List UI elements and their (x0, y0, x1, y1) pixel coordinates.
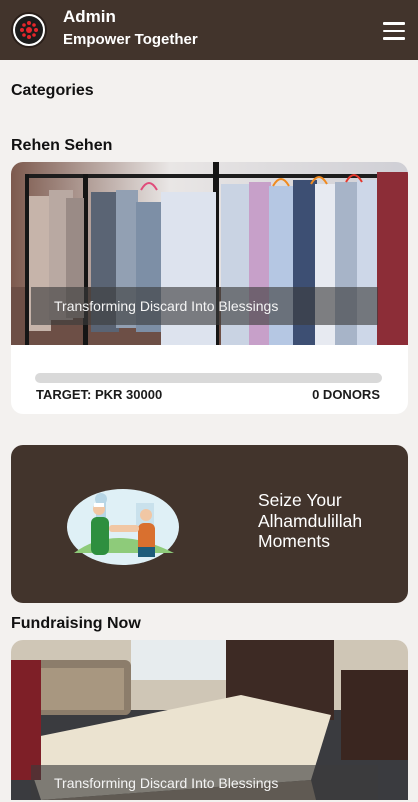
promo-line-3: Moments (258, 531, 330, 551)
promo-banner[interactable]: Seize Your Alhamdulillah Moments (11, 445, 408, 603)
progress-bar (35, 373, 382, 383)
campaign-caption: Transforming Discard Into Blessings (31, 287, 378, 325)
fundraising-caption: Transforming Discard Into Blessings (31, 765, 378, 800)
promo-line-2: Alhamdulillah (258, 510, 363, 531)
target-label: TARGET: PKR 30000 (36, 387, 163, 402)
campaign-progress-card[interactable]: TARGET: PKR 30000 0 DONORS (11, 345, 408, 414)
donors-label: 0 DONORS (312, 387, 380, 402)
promo-line-1: Seize Your (258, 490, 342, 510)
header-title: Admin (63, 7, 116, 26)
app-logo-icon (11, 12, 47, 48)
hamburger-menu-icon[interactable] (383, 22, 405, 40)
fundraising-heading[interactable]: Fundraising Now (11, 615, 141, 633)
handshake-illustration-icon (67, 489, 179, 565)
promo-text: Seize Your Alhamdulillah Moments (258, 490, 398, 552)
app-header: Admin Empower Together (0, 0, 418, 60)
header-subtitle: Empower Together (63, 31, 198, 48)
campaign-title[interactable]: Rehen Sehen (11, 137, 112, 155)
categories-heading[interactable]: Categories (11, 82, 94, 100)
